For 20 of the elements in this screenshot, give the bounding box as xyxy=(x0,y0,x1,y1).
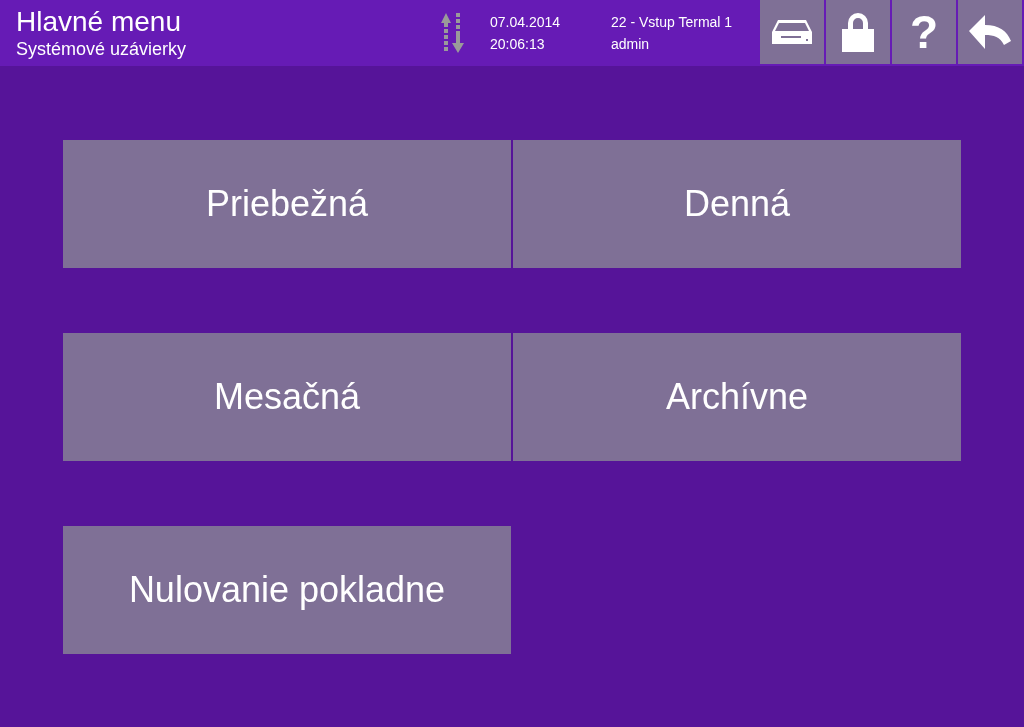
back-arrow-icon xyxy=(969,14,1011,50)
date-text: 07.04.2014 xyxy=(490,13,562,32)
lock-icon xyxy=(841,12,875,52)
cash-drawer-icon xyxy=(771,19,813,45)
menu-tile-button[interactable]: Denná xyxy=(513,140,961,268)
sync-arrows-icon xyxy=(440,12,466,54)
menu-tile-button[interactable]: Archívne xyxy=(513,333,961,461)
toolbar-button[interactable] xyxy=(760,0,824,64)
toolbar-button[interactable] xyxy=(826,0,890,64)
menu-tile-button[interactable]: Priebežná xyxy=(63,140,511,268)
help-button[interactable]: ? xyxy=(892,0,956,64)
menu-tile-button[interactable]: Mesačná xyxy=(63,333,511,461)
toolbar-button[interactable] xyxy=(958,0,1022,64)
page-subtitle: Systémové uzávierky xyxy=(16,38,188,60)
menu-tile-button[interactable]: Nulovanie pokladne xyxy=(63,526,511,654)
page-title: Hlavné menu xyxy=(16,6,182,38)
time-text: 20:06:13 xyxy=(490,35,546,54)
station-text: 22 - Vstup Termal 1 xyxy=(611,13,734,32)
user-text: admin xyxy=(611,35,651,54)
help-label: ? xyxy=(909,9,939,55)
